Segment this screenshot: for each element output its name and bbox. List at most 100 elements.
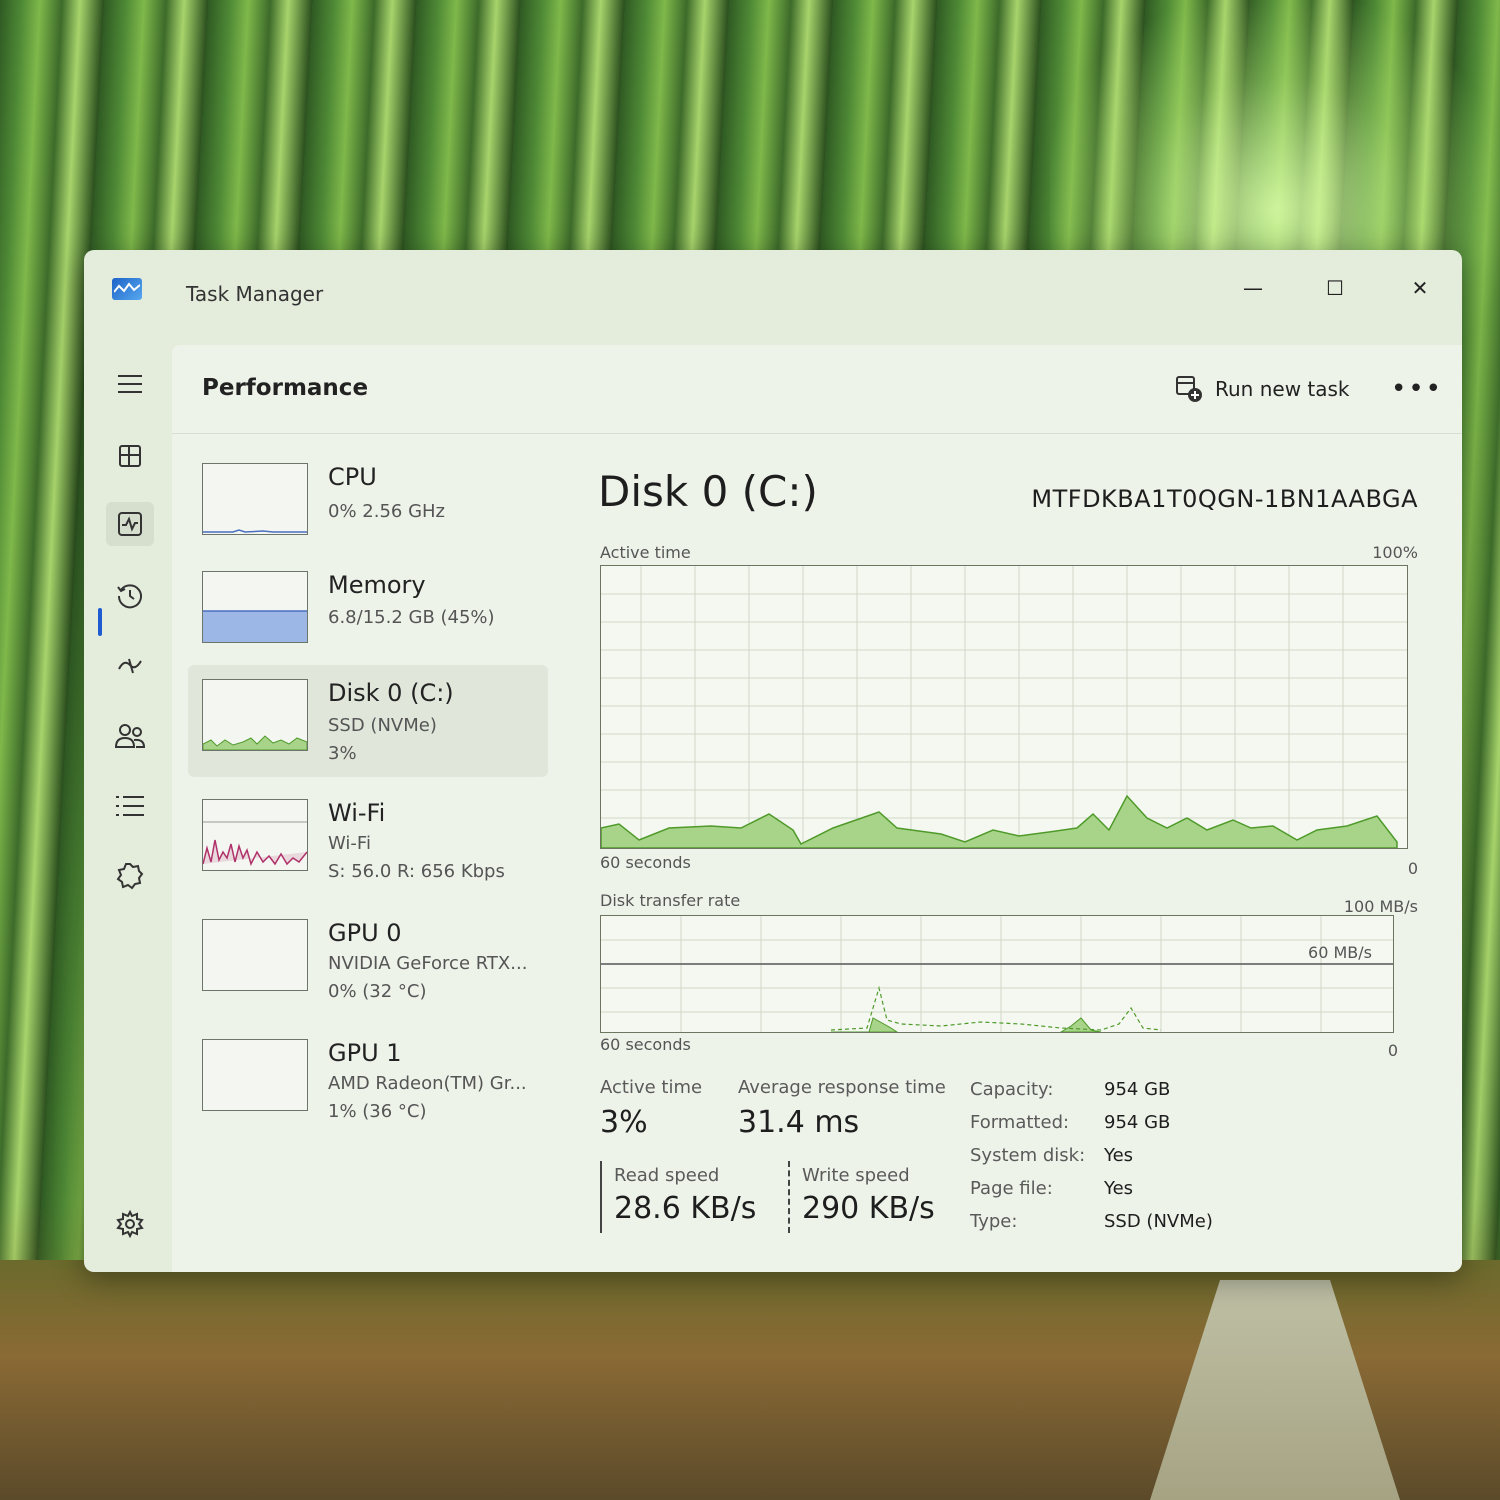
page-file-label: Page file: <box>970 1178 1053 1199</box>
device-name: Wi-Fi <box>328 799 386 827</box>
system-disk-label: System disk: <box>970 1145 1086 1166</box>
write-speed-marker <box>788 1161 790 1233</box>
nav-app-history[interactable] <box>106 574 154 618</box>
wifi-thumbnail-line <box>203 839 307 867</box>
close-icon: ✕ <box>1411 276 1429 300</box>
active-time-stat-label: Active time <box>600 1077 703 1098</box>
title-bar[interactable]: Task Manager — ☐ ✕ <box>84 250 1462 340</box>
maximize-icon: ☐ <box>1326 276 1344 300</box>
active-time-duration-label: 60 seconds <box>600 853 691 872</box>
device-name: CPU <box>328 463 377 491</box>
cpu-thumbnail-graph <box>202 463 308 535</box>
run-new-task-button[interactable]: Run new task <box>1167 371 1358 407</box>
hamburger-icon <box>118 375 142 393</box>
task-manager-window: Task Manager — ☐ ✕ Performance Run new t… <box>84 250 1462 1272</box>
cpu-thumbnail-line <box>203 529 307 533</box>
device-usage: 3% <box>328 743 357 764</box>
transfer-rate-grid <box>601 916 1393 1032</box>
system-disk-value: Yes <box>1104 1145 1134 1166</box>
app-history-icon <box>117 584 142 609</box>
details-icon <box>116 796 144 816</box>
device-detail: 0% 2.56 GHz <box>328 501 446 522</box>
performance-icon <box>118 512 142 536</box>
formatted-label: Formatted: <box>970 1112 1070 1133</box>
nav-settings[interactable] <box>106 1202 154 1246</box>
transfer-rate-read-area-2 <box>1060 1017 1102 1032</box>
content-header: Performance Run new task ••• <box>172 345 1462 434</box>
close-button[interactable]: ✕ <box>1396 268 1444 308</box>
device-throughput: S: 56.0 R: 656 Kbps <box>328 861 505 882</box>
active-nav-indicator <box>98 608 102 636</box>
read-speed-value: 28.6 KB/s <box>614 1191 757 1226</box>
navigation-sidebar <box>84 340 172 1270</box>
run-new-task-icon <box>1176 376 1202 402</box>
active-time-grid <box>601 566 1407 848</box>
transfer-rate-graph <box>600 915 1394 1033</box>
main-content: Performance Run new task ••• CPU 0% 2.56… <box>172 345 1462 1272</box>
device-wifi[interactable]: Wi-Fi Wi-Fi S: 56.0 R: 656 Kbps <box>188 785 548 897</box>
transfer-rate-min-label: 0 <box>1387 1041 1398 1060</box>
nav-processes[interactable] <box>106 434 154 478</box>
type-label: Type: <box>970 1211 1018 1232</box>
active-time-stat-value: 3% <box>600 1105 648 1140</box>
device-detail: 6.8/15.2 GB (45%) <box>328 607 495 628</box>
device-name: GPU 1 <box>328 1039 402 1067</box>
page-file-value: Yes <box>1104 1178 1134 1199</box>
transfer-rate-duration-label: 60 seconds <box>600 1035 691 1054</box>
more-options-button[interactable]: ••• <box>1391 371 1441 407</box>
read-speed-marker <box>600 1161 602 1233</box>
wifi-thumbnail-graph <box>202 799 308 871</box>
disk-title: Disk 0 (C:) <box>598 467 818 516</box>
capacity-label: Capacity: <box>970 1079 1054 1100</box>
active-time-area <box>601 794 1398 848</box>
active-time-graph <box>600 565 1408 849</box>
transfer-rate-graph-max: 100 MB/s <box>1343 897 1418 916</box>
device-name: GPU 0 <box>328 919 402 947</box>
active-time-min-label: 0 <box>1407 859 1418 878</box>
device-name: Disk 0 (C:) <box>328 679 454 707</box>
services-icon <box>116 863 144 890</box>
minimize-icon: — <box>1243 276 1263 300</box>
write-speed-label: Write speed <box>802 1165 910 1186</box>
active-time-graph-max: 100% <box>1372 543 1418 562</box>
task-manager-app-icon <box>112 278 142 300</box>
capacity-value: 954 GB <box>1104 1079 1171 1100</box>
disk-thumbnail-graph <box>202 679 308 751</box>
device-gpu-0[interactable]: GPU 0 NVIDIA GeForce RTX... 0% (32 °C) <box>188 905 548 1017</box>
run-new-task-label: Run new task <box>1215 377 1350 401</box>
users-icon <box>114 724 146 748</box>
nav-users[interactable] <box>106 714 154 758</box>
gpu1-thumbnail-graph <box>202 1039 308 1111</box>
device-usage: 0% (32 °C) <box>328 981 427 1002</box>
device-disk-0[interactable]: Disk 0 (C:) SSD (NVMe) 3% <box>188 665 548 777</box>
nav-startup-apps[interactable] <box>106 644 154 688</box>
page-title: Performance <box>202 375 369 401</box>
avg-response-stat-value: 31.4 ms <box>738 1105 860 1140</box>
device-detail: NVIDIA GeForce RTX... <box>328 953 528 974</box>
device-usage: 1% (36 °C) <box>328 1101 427 1122</box>
transfer-rate-graph-label: Disk transfer rate <box>600 891 741 910</box>
device-detail: AMD Radeon(TM) Gr... <box>328 1073 527 1094</box>
disk-thumbnail-area <box>203 735 307 750</box>
transfer-rate-mid-label: 60 MB/s <box>1308 943 1372 962</box>
device-detail: SSD (NVMe) <box>328 715 437 736</box>
maximize-button[interactable]: ☐ <box>1311 268 1359 308</box>
device-memory[interactable]: Memory 6.8/15.2 GB (45%) <box>188 557 548 669</box>
window-title: Task Manager <box>186 282 324 306</box>
processes-icon <box>119 445 141 467</box>
memory-thumbnail-graph <box>202 571 308 643</box>
nav-performance[interactable] <box>106 502 154 546</box>
minimize-button[interactable]: — <box>1229 268 1277 308</box>
avg-response-stat-label: Average response time <box>738 1077 946 1098</box>
device-cpu[interactable]: CPU 0% 2.56 GHz <box>188 449 548 561</box>
nav-services[interactable] <box>106 854 154 898</box>
device-name: Memory <box>328 571 426 599</box>
hamburger-menu-button[interactable] <box>106 362 154 406</box>
device-gpu-1[interactable]: GPU 1 AMD Radeon(TM) Gr... 1% (36 °C) <box>188 1025 548 1137</box>
read-speed-label: Read speed <box>614 1165 720 1186</box>
type-value: SSD (NVMe) <box>1104 1211 1213 1232</box>
active-time-graph-label: Active time <box>600 543 691 562</box>
memory-usage-fill <box>203 611 307 642</box>
startup-apps-icon <box>118 658 142 674</box>
nav-details[interactable] <box>106 784 154 828</box>
